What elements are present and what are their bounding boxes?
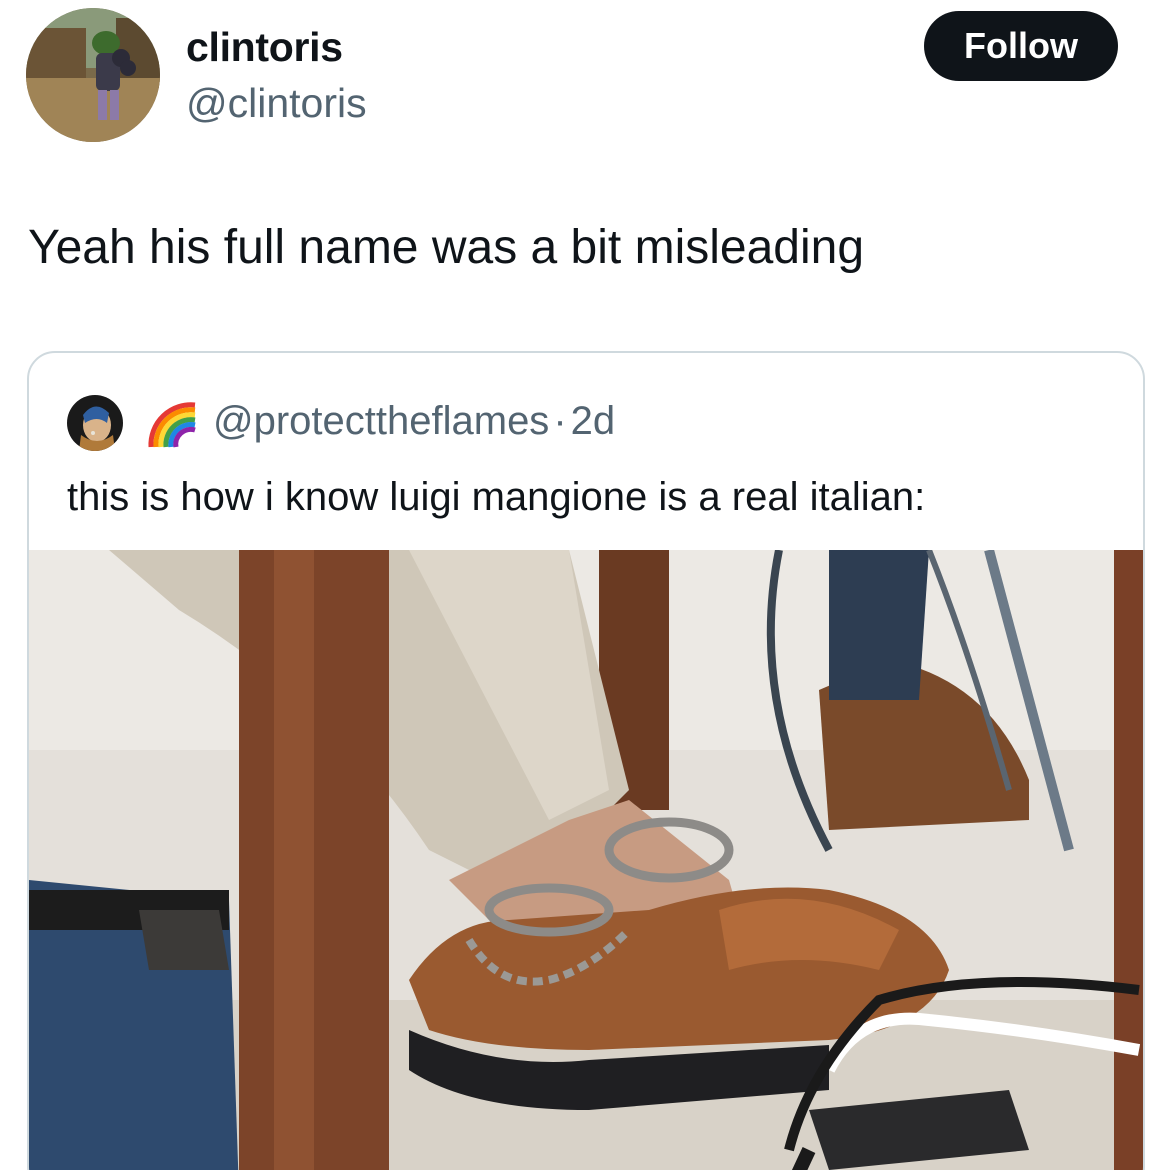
author-handle[interactable]: @clintoris	[186, 80, 367, 127]
quoted-tweet-meta: @protecttheflames · 2d	[213, 399, 615, 444]
quoted-tweet-age[interactable]: 2d	[571, 399, 616, 443]
rainbow-icon	[145, 397, 199, 451]
quoted-tweet-photo[interactable]	[29, 550, 1143, 1170]
meta-separator: ·	[553, 399, 567, 443]
quoted-avatar-image-icon	[67, 395, 123, 451]
quoted-author-handle[interactable]: @protecttheflames	[213, 399, 549, 443]
quoted-tweet-card[interactable]: @protecttheflames · 2d this is how i know …	[27, 351, 1145, 1170]
avatar-image-icon	[26, 8, 160, 142]
shackled-feet-photo-icon	[29, 550, 1143, 1170]
author-display-name[interactable]: clintoris	[186, 24, 343, 71]
follow-button[interactable]: Follow	[924, 11, 1118, 81]
quoted-author-avatar[interactable]	[67, 395, 123, 451]
quoted-tweet-text: this is how i know luigi mangione is a r…	[67, 475, 926, 519]
tweet-page: clintoris @clintoris Follow Yeah his ful…	[0, 0, 1170, 1170]
tweet-text: Yeah his full name was a bit misleading	[28, 221, 865, 274]
author-avatar[interactable]	[26, 8, 160, 142]
